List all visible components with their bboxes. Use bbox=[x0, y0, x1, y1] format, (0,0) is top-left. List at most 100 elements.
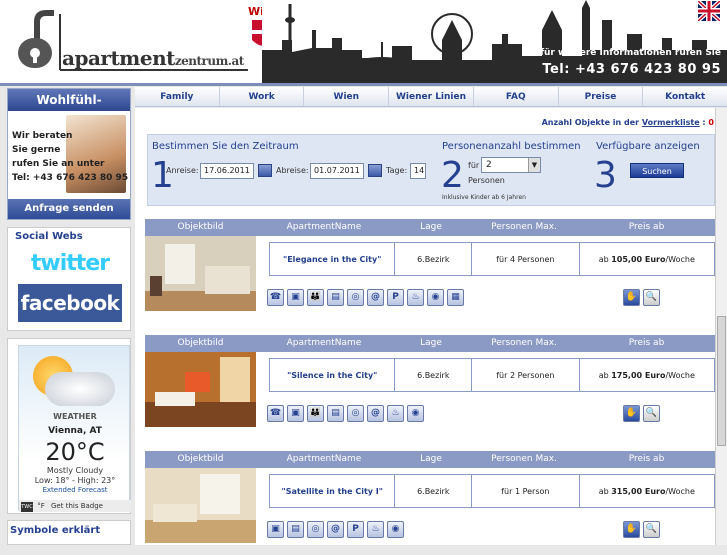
social-title: Social Webs bbox=[15, 231, 83, 242]
amenity-icons: ☎ ▣ 👪 ▤ ◎ @ P ♨ ◉ ▦ bbox=[267, 289, 464, 306]
listing-photo[interactable] bbox=[145, 468, 256, 543]
fridge-icon: ▤ bbox=[287, 521, 304, 538]
apartment-personen: für 1 Person bbox=[471, 475, 579, 507]
vormerkliste-link[interactable]: Vormerkliste bbox=[642, 118, 700, 127]
fuer-label: für bbox=[468, 161, 480, 170]
unit-toggle[interactable]: °F bbox=[37, 502, 45, 510]
symbole-erklaert-link[interactable]: Symbole erklärt bbox=[7, 520, 131, 545]
internet-icon: @ bbox=[367, 405, 384, 422]
personen-select[interactable]: 2 ▼ bbox=[481, 157, 541, 173]
tage-input[interactable]: 14 bbox=[410, 163, 426, 179]
get-badge-link[interactable]: Get this Badge bbox=[51, 502, 103, 510]
suchen-button[interactable]: Suchen bbox=[630, 163, 684, 178]
weather-bar: TWC °F Get this Badge bbox=[19, 500, 131, 512]
twitter-link[interactable]: twitter bbox=[18, 249, 122, 279]
nav-item-kontakt[interactable]: Kontakt bbox=[642, 87, 727, 106]
magnifier-icon[interactable]: 🔍 bbox=[643, 521, 660, 538]
weather-brand: WEATHER bbox=[53, 412, 97, 421]
logo-text: apartmentzentrum.at bbox=[62, 46, 244, 70]
social-webs-box: Social Webs twitter facebook bbox=[7, 227, 131, 331]
apartment-preis: ab 105,00 Euro/Woche bbox=[578, 243, 714, 275]
extended-forecast-link[interactable]: Extended Forecast bbox=[19, 486, 131, 494]
listing-card: Objektbild ApartmentName Lage Personen M… bbox=[145, 451, 715, 555]
anreise-input[interactable]: 17.06.2011 bbox=[200, 163, 254, 179]
listing-photo[interactable] bbox=[145, 352, 256, 427]
chevron-down-icon: ▼ bbox=[528, 158, 540, 172]
apartment-name[interactable]: "Elegance in the City" bbox=[270, 243, 394, 275]
bookmark-hand-icon[interactable]: ✋ bbox=[623, 521, 640, 538]
washer-icon: ◎ bbox=[347, 289, 364, 306]
fridge-icon: ▤ bbox=[327, 405, 344, 422]
listing-actions: ✋ 🔍 bbox=[623, 521, 660, 538]
weather-condition: Mostly Cloudy bbox=[46, 466, 104, 475]
listing-row[interactable]: "Elegance in the City" 6.Bezirk für 4 Pe… bbox=[269, 242, 715, 276]
magnifier-icon[interactable]: 🔍 bbox=[643, 289, 660, 306]
bookmark-hand-icon[interactable]: ✋ bbox=[623, 405, 640, 422]
nav-item-preise[interactable]: Preise bbox=[557, 87, 643, 106]
nav-item-wien[interactable]: Wien bbox=[303, 87, 388, 106]
logo[interactable]: apartmentzentrum.at bbox=[16, 10, 248, 76]
wifi-icon: ◉ bbox=[387, 521, 404, 538]
amenity-icons: ▣ ▤ ◎ @ P ♨ ◉ bbox=[267, 521, 404, 538]
parking-icon: P bbox=[347, 521, 364, 538]
apartment-personen: für 2 Personen bbox=[471, 359, 579, 391]
listing-actions: ✋ 🔍 bbox=[623, 405, 660, 422]
shower-icon: ♨ bbox=[367, 521, 384, 538]
nav-item-work[interactable]: Work bbox=[218, 87, 304, 106]
main-nav: Family Work Wien Wiener Linien FAQ Preis… bbox=[135, 87, 727, 107]
washer-icon: ◎ bbox=[307, 521, 324, 538]
anreise-label: Anreise: bbox=[166, 166, 199, 175]
site-header: apartmentzentrum.at Wien für weitere Inf… bbox=[0, 0, 727, 86]
anfrage-senden-button[interactable]: Anfrage senden bbox=[8, 199, 130, 219]
uk-flag-icon[interactable] bbox=[698, 1, 720, 21]
apartment-name[interactable]: "Silence in the City" bbox=[270, 359, 394, 391]
scrollbar-thumb[interactable] bbox=[717, 316, 726, 446]
nav-item-wiener-linien[interactable]: Wiener Linien bbox=[388, 87, 473, 106]
wifi-icon: ◉ bbox=[407, 405, 424, 422]
listing-row[interactable]: "Silence in the City" 6.Bezirk für 2 Per… bbox=[269, 358, 715, 392]
phone-icon: ☎ bbox=[267, 289, 284, 306]
garantie-title: Wohlfühl-Garantie bbox=[8, 89, 130, 129]
apartment-personen: für 4 Personen bbox=[471, 243, 579, 275]
washer-icon: ◎ bbox=[347, 405, 364, 422]
facebook-link[interactable]: facebook bbox=[18, 284, 122, 322]
bookmark-hand-icon[interactable]: ✋ bbox=[623, 289, 640, 306]
step3-number: 3 bbox=[594, 155, 617, 196]
listing-card: Objektbild ApartmentName Lage Personen M… bbox=[145, 335, 715, 439]
apartment-preis: ab 315,00 Euro/Woche bbox=[578, 475, 714, 507]
step2-number: 2 bbox=[441, 155, 464, 196]
listing-header: Objektbild ApartmentName Lage Personen M… bbox=[145, 219, 715, 236]
abreise-input[interactable]: 01.07.2011 bbox=[310, 163, 364, 179]
apartment-lage: 6.Bezirk bbox=[394, 243, 471, 275]
listing-header: Objektbild ApartmentName Lage Personen M… bbox=[145, 451, 715, 468]
abreise-calendar-icon[interactable] bbox=[368, 164, 382, 177]
tv-icon: ▣ bbox=[287, 289, 304, 306]
apartment-name[interactable]: "Satellite in the City I" bbox=[270, 475, 394, 507]
scrollbar[interactable] bbox=[715, 108, 727, 545]
weather-widget: WEATHER Vienna, AT 20°C Mostly Cloudy Lo… bbox=[7, 338, 131, 514]
weather-panel: WEATHER Vienna, AT 20°C Mostly Cloudy Lo… bbox=[18, 345, 131, 512]
inkl-note: Inklusive Kinder ab 6 Jahren bbox=[442, 194, 526, 201]
listing-photo[interactable] bbox=[145, 236, 256, 311]
shower-icon: ♨ bbox=[407, 289, 424, 306]
people-icon: 👪 bbox=[307, 289, 324, 306]
step3-title: Verfügbare anzeigen bbox=[596, 141, 700, 152]
anreise-calendar-icon[interactable] bbox=[258, 164, 272, 177]
fridge-icon: ▤ bbox=[327, 289, 344, 306]
listing-card: Objektbild ApartmentName Lage Personen M… bbox=[145, 219, 715, 323]
listing-row[interactable]: "Satellite in the City I" 6.Bezirk für 1… bbox=[269, 474, 715, 508]
weather-temp: 20°C bbox=[45, 438, 105, 466]
weather-city: Vienna, AT bbox=[48, 426, 102, 436]
tage-label: Tage: bbox=[386, 166, 408, 175]
cloud-icon bbox=[45, 372, 115, 406]
internet-icon: @ bbox=[367, 289, 384, 306]
step1-number: 1 bbox=[151, 155, 174, 196]
magnifier-icon[interactable]: 🔍 bbox=[643, 405, 660, 422]
weather-hilo: Low: 18° - High: 23° bbox=[34, 476, 116, 485]
nav-item-family[interactable]: Family bbox=[135, 87, 219, 106]
shower-icon: ♨ bbox=[387, 405, 404, 422]
phone-icon: ☎ bbox=[267, 405, 284, 422]
nav-item-faq[interactable]: FAQ bbox=[472, 87, 558, 106]
info-text: für weitere Informationen rufen Sie bbox=[540, 48, 721, 58]
garantie-text: Wir beraten Sie gerne rufen Sie an unter… bbox=[12, 131, 129, 183]
